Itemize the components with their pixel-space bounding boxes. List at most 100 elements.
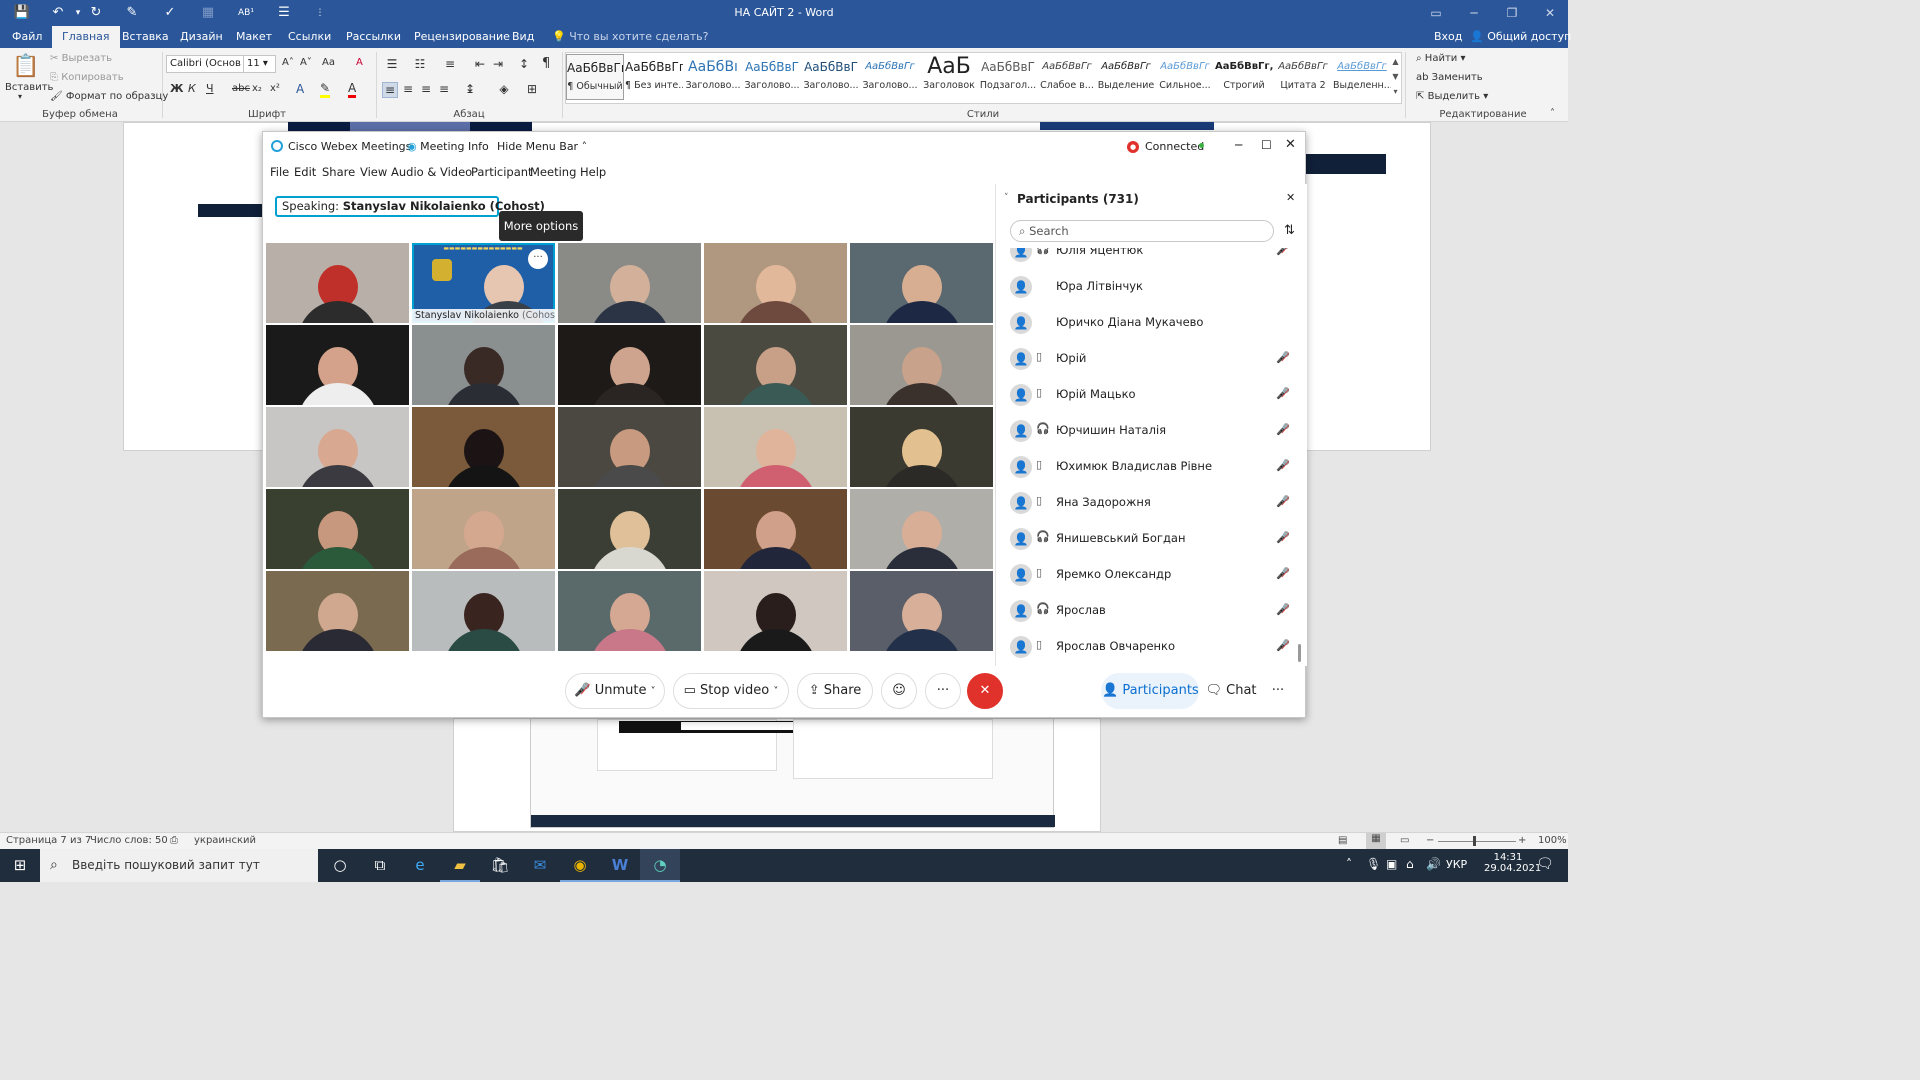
tab-review[interactable]: Рецензирование [414, 30, 510, 43]
numbering-icon[interactable]: ☷ [412, 57, 428, 71]
video-tile[interactable] [704, 489, 847, 569]
strikethrough-button[interactable]: abc [232, 83, 250, 94]
unmute-button[interactable]: 🎤̸ Unmute ˅ [565, 673, 665, 709]
video-tile[interactable] [704, 407, 847, 487]
underline-button[interactable]: Ч [206, 82, 214, 95]
muted-mic-icon[interactable]: 🎤̸ [1276, 603, 1290, 616]
muted-mic-icon[interactable]: 🎤̸ [1276, 423, 1290, 436]
video-tile-selected[interactable]: ▬▬▬▬▬▬▬▬▬▬▬▬▬▬ ··· Stanyslav Nikolaienko… [412, 243, 555, 323]
ribbon-display-icon[interactable]: ▭ [1420, 4, 1452, 22]
participants-button[interactable]: 👤 Participants [1101, 673, 1199, 709]
webex-icon[interactable]: ◔ [640, 849, 680, 882]
chat-button[interactable]: 🗨 Chat [1203, 673, 1259, 709]
participants-scrollbar[interactable] [1298, 644, 1301, 662]
video-tile[interactable] [704, 243, 847, 323]
grow-font-button[interactable]: A˄ [282, 57, 294, 68]
zoom-slider-thumb[interactable] [1473, 836, 1476, 846]
minimize-icon[interactable]: ─ [1458, 4, 1490, 22]
proofing-icon[interactable]: ⎙ [170, 835, 178, 846]
style-intense-quote[interactable]: АаБбВвГг Выделенн... [1333, 54, 1391, 100]
change-case-button[interactable]: Aa [322, 57, 335, 68]
participant-row[interactable]: 👤 Юричко Діана Мукачево [1006, 306, 1296, 342]
participant-row[interactable]: 👤 ▯ Яна Задорожня 🎤̸ [1006, 486, 1296, 522]
participant-row[interactable]: 👤 ▯ Юрій Мацько 🎤̸ [1006, 378, 1296, 414]
stop-video-button[interactable]: ▭ Stop video ˅ [673, 673, 789, 709]
video-tile[interactable] [850, 489, 993, 569]
bullets-icon[interactable]: ☰ [384, 57, 400, 71]
network-icon[interactable]: ⌂ [1406, 857, 1414, 871]
menu-share[interactable]: Share [322, 165, 355, 179]
chevron-down-icon[interactable]: ˅ [651, 686, 656, 697]
video-tile[interactable] [704, 325, 847, 405]
clock[interactable]: 14:31 29.04.2021 [1484, 852, 1541, 874]
menu-view[interactable]: View [360, 165, 387, 179]
edge-icon[interactable]: e [400, 849, 440, 882]
muted-mic-icon[interactable]: 🎤̸ [1276, 387, 1290, 400]
volume-icon[interactable]: 🔊 [1426, 857, 1441, 871]
sign-in-link[interactable]: Вход [1434, 30, 1462, 43]
cortana-icon[interactable]: ○ [320, 849, 360, 882]
chrome-icon[interactable]: ◉ [560, 849, 600, 882]
participant-row[interactable]: 👤 ▯ Юрій 🎤̸ [1006, 342, 1296, 378]
show-marks-button[interactable]: ¶ [542, 56, 550, 71]
participant-search-input[interactable]: ⌕ Search [1010, 220, 1274, 242]
style-heading-3[interactable]: АаБбВвГ Заголово... [802, 54, 860, 100]
meeting-info-button[interactable]: ◉ Meeting Info [407, 140, 489, 153]
word-icon[interactable]: W [600, 849, 640, 882]
video-tile[interactable] [558, 489, 701, 569]
notifications-icon[interactable]: 🗨 [1536, 856, 1554, 872]
menu-edit[interactable]: Edit [294, 165, 316, 179]
cut-button[interactable]: ✂ Вырезать [50, 53, 112, 64]
mail-icon[interactable]: ✉ [520, 849, 560, 882]
style-quote-2[interactable]: АаБбВвГг Цитата 2 [1274, 54, 1332, 100]
video-tile[interactable] [266, 571, 409, 651]
tab-references[interactable]: Ссылки [288, 30, 331, 43]
video-tile[interactable] [266, 489, 409, 569]
menu-participant[interactable]: Participant [471, 165, 533, 179]
video-tile[interactable] [412, 489, 555, 569]
muted-mic-icon[interactable]: 🎤̸ [1276, 459, 1290, 472]
replace-button[interactable]: ab Заменить [1416, 72, 1483, 83]
task-view-icon[interactable]: ⧉ [360, 849, 400, 882]
word-count[interactable]: Число слов: 50 [90, 835, 168, 846]
style-strong[interactable]: АаБбВвГг, Строгий [1215, 54, 1273, 100]
print-layout-icon[interactable]: ▦ [1366, 833, 1386, 849]
video-tile[interactable] [558, 571, 701, 651]
decrease-indent-icon[interactable]: ⇤ [472, 57, 488, 71]
zoom-in-icon[interactable]: + [1518, 835, 1526, 846]
copy-button[interactable]: ⎘ Копировать [50, 72, 124, 83]
participant-row[interactable]: 👤 🎧 Юрчишин Наталія 🎤̸ [1006, 414, 1296, 450]
superscript-button[interactable]: x² [270, 83, 280, 94]
video-tile[interactable] [558, 243, 701, 323]
tab-insert[interactable]: Вставка [122, 30, 169, 43]
muted-mic-icon[interactable]: 🎤̸ [1276, 531, 1290, 544]
more-button[interactable]: ··· [925, 673, 961, 709]
video-tile[interactable] [850, 571, 993, 651]
borders-icon[interactable]: ⊞ [524, 82, 540, 96]
microphone-icon[interactable]: 🎙 [1366, 857, 1381, 871]
video-tile[interactable] [412, 407, 555, 487]
muted-mic-icon[interactable]: 🎤̸ [1276, 351, 1290, 364]
webcam-icon[interactable]: ▣ [1386, 857, 1397, 871]
zoom-level[interactable]: 100% [1538, 835, 1567, 846]
video-tile[interactable] [412, 325, 555, 405]
store-icon[interactable]: 🛍 [480, 849, 520, 882]
more-options-icon[interactable]: ··· [528, 249, 548, 269]
participant-row[interactable]: 👤 ▯ Яремко Олександр 🎤̸ [1006, 558, 1296, 594]
participant-row[interactable]: 👤 🎧 Ярослав 🎤̸ [1006, 594, 1296, 630]
tab-layout[interactable]: Макет [236, 30, 272, 43]
multilevel-list-icon[interactable]: ≡ [442, 57, 458, 71]
maximize-icon[interactable]: ☐ [1261, 138, 1272, 152]
shading-icon[interactable]: ◈ [496, 82, 512, 96]
style-normal[interactable]: АаБбВвГг, ¶ Обычный [566, 54, 624, 100]
close-panel-icon[interactable]: ✕ [1286, 191, 1295, 204]
style-heading-4[interactable]: АаБбВвГг Заголово... [861, 54, 919, 100]
bold-button[interactable]: Ж [170, 82, 183, 95]
format-painter-button[interactable]: 🖌 Формат по образцу [50, 91, 168, 102]
video-tile[interactable] [850, 325, 993, 405]
share-button[interactable]: ⇪ Share [797, 673, 873, 709]
subscript-button[interactable]: x₂ [252, 83, 262, 94]
chevron-down-icon[interactable]: ˅ [773, 686, 778, 697]
tab-file[interactable]: Файл [12, 30, 42, 43]
menu-meeting[interactable]: Meeting [530, 165, 576, 179]
